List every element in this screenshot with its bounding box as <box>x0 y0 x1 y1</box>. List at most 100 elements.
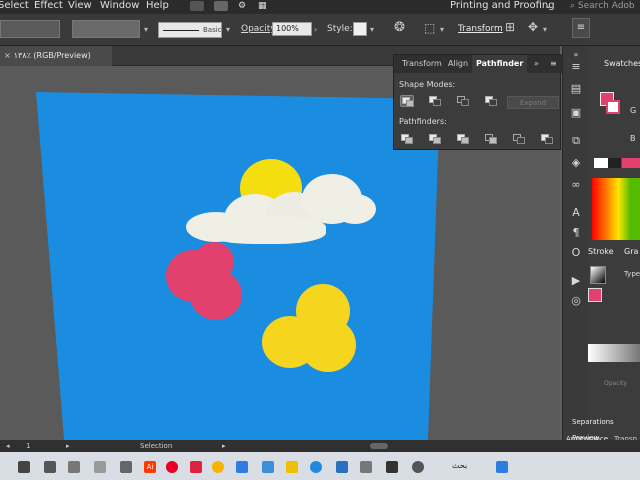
arrange-documents-icon[interactable]: ▦ <box>258 0 267 12</box>
gradient-slider[interactable] <box>588 344 640 362</box>
actions-icon[interactable]: ▶ <box>568 274 584 288</box>
character-icon[interactable]: A <box>568 206 584 220</box>
expand-panel-icon[interactable]: » <box>530 55 543 73</box>
pink-blob-shape[interactable] <box>166 242 244 322</box>
swatch-row[interactable] <box>594 158 640 168</box>
chevron-right-icon[interactable]: › <box>314 25 317 34</box>
folder-icon[interactable] <box>286 461 298 473</box>
menu-help[interactable]: Help <box>146 0 169 12</box>
chrome-icon[interactable] <box>212 461 224 473</box>
menu-select[interactable]: Select <box>0 0 29 12</box>
mail-app-icon[interactable] <box>262 461 274 473</box>
opacity-field[interactable]: 100% <box>272 22 312 36</box>
store-icon[interactable] <box>190 461 202 473</box>
word-icon[interactable] <box>336 461 348 473</box>
menu-window[interactable]: Window <box>100 0 139 12</box>
chevron-down-icon[interactable]: ⌄ <box>545 0 552 12</box>
mail-icon[interactable] <box>44 461 56 473</box>
search-icon[interactable] <box>412 461 424 473</box>
stroke-weight-field[interactable] <box>72 20 140 38</box>
stock-icon[interactable] <box>214 1 228 11</box>
properties-icon[interactable]: ≡ <box>568 60 584 74</box>
tab-transform[interactable]: Transform <box>398 55 446 73</box>
exclude-button[interactable] <box>484 95 498 107</box>
chevron-down-icon[interactable]: ▾ <box>370 25 374 34</box>
cc-libraries-icon[interactable]: ◎ <box>568 294 584 308</box>
nav-next-icon[interactable]: ▸ <box>66 442 70 450</box>
app-icon[interactable] <box>94 461 106 473</box>
variable-width-profile[interactable]: Basic <box>158 22 222 38</box>
intersect-button[interactable] <box>456 95 470 107</box>
divide-button[interactable] <box>400 133 414 145</box>
style-label: Style: <box>327 24 353 34</box>
gradient-panel-tab[interactable]: Gra <box>624 244 638 260</box>
windows-start-icon[interactable] <box>496 461 508 473</box>
minus-back-button[interactable] <box>540 133 554 145</box>
artboard-number[interactable]: 1 <box>26 442 30 450</box>
stroke-color-swatch[interactable] <box>606 100 620 114</box>
system-tray-icon[interactable] <box>18 461 30 473</box>
recolor-artwork-icon[interactable]: ❂ <box>394 20 405 35</box>
status-menu-icon[interactable]: ▸ <box>222 442 226 450</box>
align-to-selection-icon[interactable]: ⬚ <box>424 21 435 35</box>
chevron-down-icon[interactable]: ▾ <box>543 25 547 34</box>
settings-icon[interactable] <box>360 461 372 473</box>
grid-icon[interactable] <box>386 461 398 473</box>
trim-button[interactable] <box>428 133 442 145</box>
swatches-panel-title[interactable]: Swatches <box>604 56 640 72</box>
gradient-fill-swatch[interactable] <box>588 288 602 302</box>
layers-icon[interactable]: ▤ <box>568 82 584 96</box>
color-spectrum[interactable] <box>592 178 640 240</box>
panel-menu-icon[interactable]: ≡ <box>546 55 561 73</box>
isolate-group-icon[interactable]: ⊞ <box>505 20 515 34</box>
menu-view[interactable]: View <box>68 0 92 12</box>
taskbar-search-box[interactable]: بحث <box>452 461 467 470</box>
yellow-cluster-shape[interactable] <box>262 284 358 374</box>
chevron-down-icon[interactable]: ▾ <box>226 25 230 34</box>
links-icon[interactable]: ∞ <box>568 178 584 192</box>
pathfinder-icon[interactable]: ▣ <box>568 106 584 120</box>
gradient-preview[interactable] <box>590 266 606 284</box>
merge-button[interactable] <box>456 133 470 145</box>
opacity-label: Opacity <box>604 380 628 387</box>
chevron-down-icon[interactable]: ▾ <box>144 25 148 34</box>
chat-icon[interactable] <box>120 461 132 473</box>
gpu-performance-icon[interactable]: ⚙ <box>238 0 246 12</box>
separations-preview-tab[interactable]: Separations Preview <box>572 414 640 442</box>
unite-button[interactable] <box>400 95 414 107</box>
select-similar-icon[interactable]: ✥ <box>528 20 538 34</box>
pinterest-icon[interactable] <box>166 461 178 473</box>
graphic-style-swatch[interactable] <box>353 22 367 36</box>
opentype-icon[interactable]: O <box>568 246 584 260</box>
nav-prev-icon[interactable]: ◂ <box>6 442 10 450</box>
cloud-shape[interactable] <box>186 174 376 246</box>
explorer-icon[interactable] <box>68 461 80 473</box>
photos-icon[interactable] <box>236 461 248 473</box>
close-icon[interactable]: × <box>4 51 11 60</box>
menu-effect[interactable]: Effect <box>34 0 63 12</box>
current-tool-label: Selection <box>140 442 173 450</box>
bridge-icon[interactable] <box>190 1 204 11</box>
layers-stack-icon[interactable]: ◈ <box>568 156 584 170</box>
stroke-panel-tab[interactable]: Stroke <box>588 244 614 260</box>
chevron-down-icon[interactable]: ▾ <box>440 25 444 34</box>
expand-button[interactable]: Expand <box>507 96 559 109</box>
tab-align[interactable]: Align <box>444 55 472 73</box>
tab-pathfinder[interactable]: Pathfinder <box>472 55 528 73</box>
panel-menu-icon[interactable]: ≡ <box>572 18 590 38</box>
pathfinders-label: Pathfinders: <box>399 117 447 126</box>
edge-icon[interactable] <box>310 461 322 473</box>
document-tab[interactable]: × ۱۳۸٪ (RGB/Preview) <box>0 46 112 66</box>
green-channel-label: G <box>630 106 637 115</box>
minus-front-button[interactable] <box>428 95 442 107</box>
paragraph-icon[interactable]: ¶ <box>568 226 584 240</box>
illustrator-icon[interactable]: Ai <box>144 461 156 473</box>
workspace-switcher[interactable]: Printing and Proofing <box>450 0 555 12</box>
crop-button[interactable] <box>484 133 498 145</box>
outline-button[interactable] <box>512 133 526 145</box>
artboards-icon[interactable]: ⧉ <box>568 134 584 148</box>
fill-swatch[interactable] <box>0 20 60 38</box>
horizontal-scrollbar[interactable] <box>370 443 388 449</box>
transform-link[interactable]: Transform <box>458 24 503 34</box>
search-adobe-stock-input[interactable]: ⌕ Search Adob <box>570 0 640 12</box>
